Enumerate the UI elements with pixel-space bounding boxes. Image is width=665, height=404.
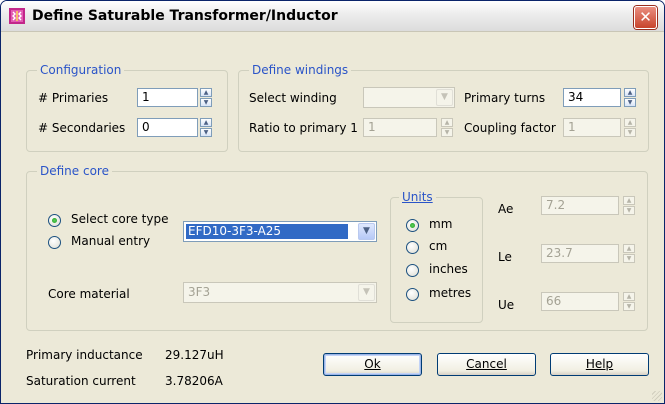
primaries-input[interactable]: 1 [137,88,198,107]
units-legend: Units [399,190,436,204]
ok-button[interactable]: Ok [323,353,422,376]
help-button-label: Help [585,357,614,371]
saturation-current-label: Saturation current [26,374,136,388]
cancel-button[interactable]: Cancel [437,353,536,376]
units-cm-label[interactable]: cm [429,239,447,253]
primary-turns-spinner[interactable]: ▲ ▼ [624,88,636,107]
coupling-factor-spinner[interactable]: ▲ ▼ [624,118,636,137]
ae-spinner[interactable]: ▲ ▼ [623,196,635,215]
core-material-label: Core material [48,287,130,301]
select-winding-label: Select winding [249,91,337,105]
saturation-current-value: 3.78206A [165,374,223,388]
secondaries-label: # Secondaries [38,121,126,135]
manual-entry-label[interactable]: Manual entry [71,234,150,248]
spin-down-icon[interactable]: ▼ [623,206,635,215]
configuration-group: Configuration [26,63,228,152]
units-metres-radio[interactable] [406,288,419,301]
radio-selected-dot [52,218,57,223]
ue-spinner[interactable]: ▲ ▼ [623,292,635,311]
select-core-type-radio[interactable] [48,214,61,227]
le-spinner[interactable]: ▲ ▼ [623,244,635,263]
spin-down-icon[interactable]: ▼ [624,98,636,107]
spin-up-icon[interactable]: ▲ [623,196,635,205]
spin-up-icon[interactable]: ▲ [441,118,453,127]
core-type-value: EFD10-3F3-A25 [186,224,348,239]
primary-turns-label: Primary turns [464,91,546,105]
define-windings-legend: Define windings [249,63,352,77]
ratio-spinner[interactable]: ▲ ▼ [441,118,453,137]
ratio-to-primary-label: Ratio to primary 1 [249,121,358,135]
ae-label: Ae [498,202,514,216]
spin-up-icon[interactable]: ▲ [623,292,635,301]
define-core-legend: Define core [37,164,112,178]
primary-turns-input[interactable]: 34 [563,88,621,107]
help-button[interactable]: Help [550,353,649,376]
units-inches-radio[interactable] [406,264,419,277]
chevron-down-icon[interactable]: ▼ [358,223,375,240]
units-mm-label[interactable]: mm [429,217,452,231]
spin-down-icon[interactable]: ▼ [441,128,453,137]
select-winding-combo[interactable]: ▼ [363,87,455,108]
spin-up-icon[interactable]: ▲ [624,88,636,97]
cancel-button-label: Cancel [466,357,507,371]
core-type-combo[interactable]: EFD10-3F3-A25 ▼ [183,221,377,242]
spin-down-icon[interactable]: ▼ [623,254,635,263]
ok-button-label: Ok [364,357,381,371]
ae-input[interactable]: 7.2 [541,196,619,215]
ue-label: Ue [498,298,515,312]
chevron-down-icon[interactable]: ▼ [436,89,453,106]
primaries-spinner[interactable]: ▲ ▼ [200,88,212,107]
spin-down-icon[interactable]: ▼ [623,302,635,311]
coupling-factor-label: Coupling factor [464,121,556,135]
secondaries-spinner[interactable]: ▲ ▼ [200,118,212,137]
spin-up-icon[interactable]: ▲ [624,118,636,127]
core-material-value: 3F3 [188,285,211,299]
define-windings-group: Define windings [238,63,649,152]
resize-grip-icon[interactable] [652,391,662,401]
configuration-legend: Configuration [37,63,125,77]
manual-entry-radio[interactable] [48,236,61,249]
coupling-factor-input[interactable]: 1 [563,118,621,137]
units-metres-label[interactable]: metres [429,286,471,300]
primaries-label: # Primaries [38,91,109,105]
ratio-to-primary-input[interactable]: 1 [363,118,437,137]
spin-up-icon[interactable]: ▲ [200,88,212,97]
spin-down-icon[interactable]: ▼ [200,128,212,137]
spin-down-icon[interactable]: ▼ [200,98,212,107]
le-label: Le [498,250,512,264]
spin-up-icon[interactable]: ▲ [200,118,212,127]
le-input[interactable]: 23.7 [541,244,619,263]
ue-input[interactable]: 66 [541,292,619,311]
chevron-down-icon[interactable]: ▼ [358,284,375,301]
spin-down-icon[interactable]: ▼ [624,128,636,137]
primary-inductance-value: 29.127uH [165,348,224,362]
close-button[interactable]: ✕ [634,6,657,29]
units-inches-label[interactable]: inches [429,262,468,276]
close-icon: ✕ [639,8,652,26]
units-legend-text: Units [402,190,433,204]
core-material-combo[interactable]: 3F3 ▼ [183,282,377,303]
units-cm-radio[interactable] [406,241,419,254]
radio-selected-dot [410,223,415,228]
units-group: Units [390,190,483,323]
units-mm-radio[interactable] [406,219,419,232]
secondaries-input[interactable]: 0 [137,118,198,137]
select-core-type-label[interactable]: Select core type [71,212,168,226]
spin-up-icon[interactable]: ▲ [623,244,635,253]
window-title: Define Saturable Transformer/Inductor [32,8,338,24]
primary-inductance-label: Primary inductance [26,348,143,362]
title-bar[interactable]: Define Saturable Transformer/Inductor ✕ [1,1,664,32]
dialog-window: Define Saturable Transformer/Inductor ✕ … [0,0,665,404]
transformer-app-icon [9,8,25,24]
